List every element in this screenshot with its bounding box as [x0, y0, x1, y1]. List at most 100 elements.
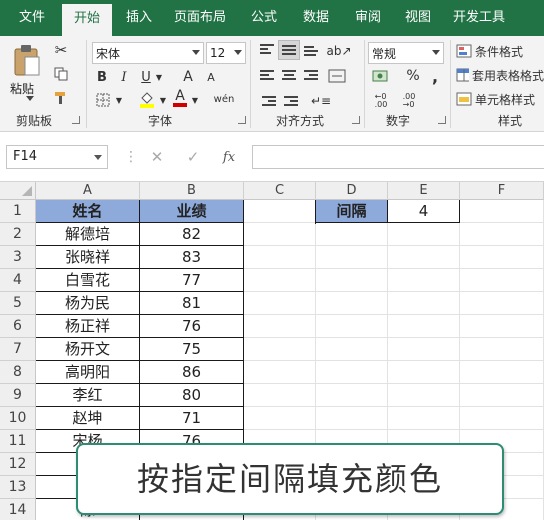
tab-formulas[interactable]: 公式 — [240, 0, 288, 36]
cell-c8[interactable] — [244, 361, 316, 384]
cell-d3[interactable] — [316, 246, 388, 269]
cell-f8[interactable] — [460, 361, 544, 384]
fill-color-icon[interactable] — [138, 90, 156, 108]
enter-icon[interactable]: ✓ — [184, 147, 202, 167]
column-header-f[interactable]: F — [460, 182, 544, 200]
row-header-4[interactable]: 4 — [0, 269, 36, 292]
clipboard-launcher-icon[interactable] — [72, 116, 80, 124]
cell-c5[interactable] — [244, 292, 316, 315]
copy-icon[interactable] — [52, 66, 70, 82]
row-header-6[interactable]: 6 — [0, 315, 36, 338]
cell-d2[interactable] — [316, 223, 388, 246]
cancel-icon[interactable]: ✕ — [148, 147, 166, 167]
paste-dropdown-icon[interactable] — [26, 96, 34, 101]
cell-a6[interactable]: 杨正祥 — [36, 315, 140, 338]
currency-icon[interactable] — [370, 67, 392, 85]
cell-b6[interactable]: 76 — [140, 315, 244, 338]
name-box[interactable]: F14 — [6, 145, 108, 169]
cell-b2[interactable]: 82 — [140, 223, 244, 246]
row-header-5[interactable]: 5 — [0, 292, 36, 315]
cell-b10[interactable]: 71 — [140, 407, 244, 430]
cell-f1[interactable] — [460, 200, 544, 223]
orientation-icon[interactable]: ab↗ — [326, 42, 351, 60]
grow-font-button[interactable]: A — [180, 68, 196, 86]
cell-a2[interactable]: 解德培 — [36, 223, 140, 246]
decrease-indent-icon[interactable] — [260, 94, 278, 110]
increase-indent-icon[interactable] — [282, 94, 300, 110]
format-as-table-button[interactable]: 套用表格格式 — [456, 66, 544, 84]
tab-page-layout[interactable]: 页面布局 — [168, 0, 232, 36]
phonetic-guide-button[interactable]: wén — [212, 90, 236, 108]
font-name-select[interactable]: 宋体 — [92, 42, 204, 64]
column-header-a[interactable]: A — [36, 182, 140, 200]
cut-icon[interactable]: ✂ — [52, 41, 70, 59]
cell-c1[interactable] — [244, 200, 316, 223]
row-header-2[interactable]: 2 — [0, 223, 36, 246]
cell-c10[interactable] — [244, 407, 316, 430]
chevron-down-icon[interactable]: ▼ — [190, 94, 200, 106]
decrease-decimal-icon[interactable]: .00 →0 — [398, 92, 420, 110]
shrink-font-button[interactable]: A — [204, 69, 218, 85]
cell-c6[interactable] — [244, 315, 316, 338]
cell-d7[interactable] — [316, 338, 388, 361]
cell-b3[interactable]: 83 — [140, 246, 244, 269]
cell-a7[interactable]: 杨开文 — [36, 338, 140, 361]
cell-e3[interactable] — [388, 246, 460, 269]
wrap-text-icon[interactable]: ↵≡ — [310, 92, 332, 110]
percent-button[interactable]: % — [404, 67, 422, 85]
align-center-icon[interactable] — [282, 70, 296, 82]
tab-home[interactable]: 开始 — [62, 4, 112, 36]
align-right-icon[interactable] — [304, 70, 318, 82]
alignment-launcher-icon[interactable] — [352, 116, 360, 124]
row-header-12[interactable]: 12 — [0, 453, 36, 476]
cell-e8[interactable] — [388, 361, 460, 384]
column-header-e[interactable]: E — [388, 182, 460, 200]
cell-f10[interactable] — [460, 407, 544, 430]
cell-e10[interactable] — [388, 407, 460, 430]
align-bottom-icon[interactable] — [304, 46, 318, 58]
cell-a10[interactable]: 赵坤 — [36, 407, 140, 430]
comma-style-button[interactable]: , — [428, 67, 442, 86]
cell-f9[interactable] — [460, 384, 544, 407]
align-left-icon[interactable] — [260, 70, 274, 82]
cell-f7[interactable] — [460, 338, 544, 361]
cell-b7[interactable]: 75 — [140, 338, 244, 361]
select-all-corner[interactable] — [0, 182, 36, 200]
cell-b1[interactable]: 业绩 — [140, 200, 244, 223]
chevron-down-icon[interactable]: ▼ — [158, 94, 168, 106]
cell-b9[interactable]: 80 — [140, 384, 244, 407]
cell-c4[interactable] — [244, 269, 316, 292]
cell-f3[interactable] — [460, 246, 544, 269]
merge-center-icon[interactable] — [326, 67, 348, 85]
cell-c3[interactable] — [244, 246, 316, 269]
cell-d5[interactable] — [316, 292, 388, 315]
column-header-b[interactable]: B — [140, 182, 244, 200]
row-header-14[interactable]: 14 — [0, 499, 36, 520]
row-header-11[interactable]: 11 — [0, 430, 36, 453]
formula-input[interactable] — [252, 145, 544, 169]
number-format-select[interactable]: 常规 — [368, 42, 444, 64]
cell-a3[interactable]: 张晓祥 — [36, 246, 140, 269]
font-launcher-icon[interactable] — [238, 116, 246, 124]
paste-button[interactable] — [12, 42, 42, 78]
cell-a1[interactable]: 姓名 — [36, 200, 140, 223]
cell-a9[interactable]: 李红 — [36, 384, 140, 407]
cell-c9[interactable] — [244, 384, 316, 407]
cell-d6[interactable] — [316, 315, 388, 338]
interval-label-cell[interactable]: 间隔 — [316, 200, 388, 223]
tab-data[interactable]: 数据 — [292, 0, 340, 36]
cell-f6[interactable] — [460, 315, 544, 338]
chevron-down-icon[interactable]: ▼ — [114, 94, 124, 106]
cell-styles-button[interactable]: 单元格样式 — [456, 90, 544, 108]
underline-button[interactable]: U — [138, 68, 154, 86]
borders-icon[interactable] — [94, 92, 112, 108]
cell-d4[interactable] — [316, 269, 388, 292]
row-header-13[interactable]: 13 — [0, 476, 36, 499]
increase-decimal-icon[interactable]: ←0.00 — [370, 92, 392, 110]
row-header-1[interactable]: 1 — [0, 200, 36, 223]
column-header-c[interactable]: C — [244, 182, 316, 200]
tab-view[interactable]: 视图 — [396, 0, 440, 36]
row-header-7[interactable]: 7 — [0, 338, 36, 361]
column-header-d[interactable]: D — [316, 182, 388, 200]
cell-f4[interactable] — [460, 269, 544, 292]
